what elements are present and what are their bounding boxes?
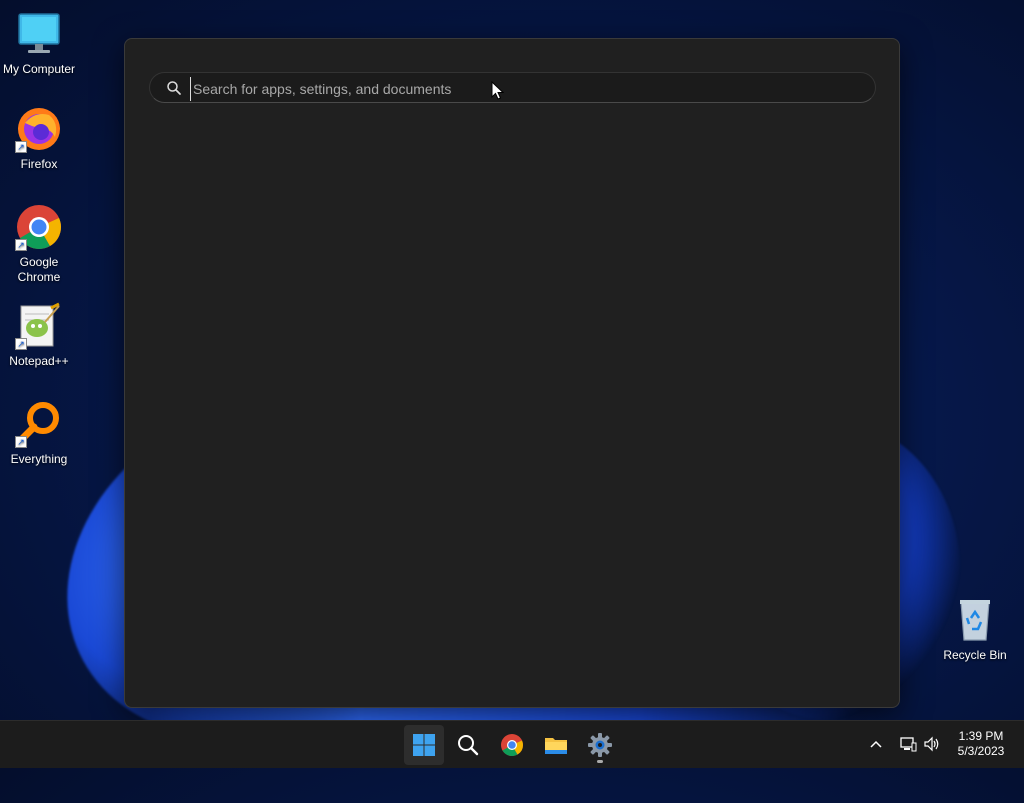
taskbar-clock[interactable]: 1:39 PM 5/3/2023: [946, 729, 1016, 759]
desktop-icon-google-chrome[interactable]: ↗ Google Chrome: [1, 203, 77, 285]
search-box[interactable]: [149, 72, 876, 103]
start-button[interactable]: [404, 725, 444, 765]
taskbar-file-explorer-button[interactable]: [536, 725, 576, 765]
taskbar-chrome-button[interactable]: [492, 725, 532, 765]
network-icon[interactable]: [899, 735, 917, 753]
desktop-icon-label: Google Chrome: [17, 255, 61, 284]
chrome-icon: ↗: [15, 203, 63, 251]
search-input[interactable]: [190, 77, 835, 101]
mouse-pointer-icon: [491, 81, 505, 100]
file-explorer-icon: [545, 738, 567, 754]
search-icon: [167, 81, 181, 95]
desktop-icon-label: Recycle Bin: [943, 648, 1007, 662]
desktop-icon-notepad-plus-plus[interactable]: ↗ Notepad++: [1, 302, 77, 369]
taskbar-search-button[interactable]: [448, 725, 488, 765]
everything-search-icon: ↗: [15, 400, 63, 448]
desktop-icon-firefox[interactable]: ↗ Firefox: [1, 105, 77, 172]
desktop-icon-label: My Computer: [2, 62, 76, 76]
shortcut-arrow-icon: ↗: [15, 338, 27, 350]
volume-icon[interactable]: [923, 735, 941, 753]
search-icon: [458, 735, 479, 756]
settings-gear-icon: [588, 733, 612, 757]
chevron-up-icon[interactable]: [867, 735, 885, 753]
desktop-icon-everything[interactable]: ↗ Everything: [1, 400, 77, 467]
notepad-plus-plus-icon: ↗: [15, 302, 63, 350]
shortcut-arrow-icon: ↗: [15, 436, 27, 448]
monitor-icon: [15, 10, 63, 58]
shortcut-arrow-icon: ↗: [15, 239, 27, 251]
taskbar-settings-button[interactable]: [580, 725, 620, 765]
chrome-icon: [501, 734, 523, 756]
desktop-icon-label: Notepad++: [9, 354, 69, 368]
desktop-icon-label: Everything: [10, 452, 68, 466]
start-search-panel: [124, 38, 900, 708]
desktop-icon-recycle-bin[interactable]: Recycle Bin: [937, 596, 1013, 663]
windows-start-icon: [413, 734, 435, 756]
clock-date: 5/3/2023: [957, 744, 1005, 758]
shortcut-arrow-icon: ↗: [15, 141, 27, 153]
clock-time: 1:39 PM: [958, 729, 1004, 743]
recycle-bin-icon: [951, 596, 999, 644]
desktop-icon-label: Firefox: [20, 157, 58, 171]
taskbar: 1:39 PM 5/3/2023: [0, 720, 1024, 768]
firefox-icon: ↗: [15, 105, 63, 153]
running-indicator: [597, 760, 603, 763]
desktop-icon-my-computer[interactable]: My Computer: [1, 10, 77, 77]
